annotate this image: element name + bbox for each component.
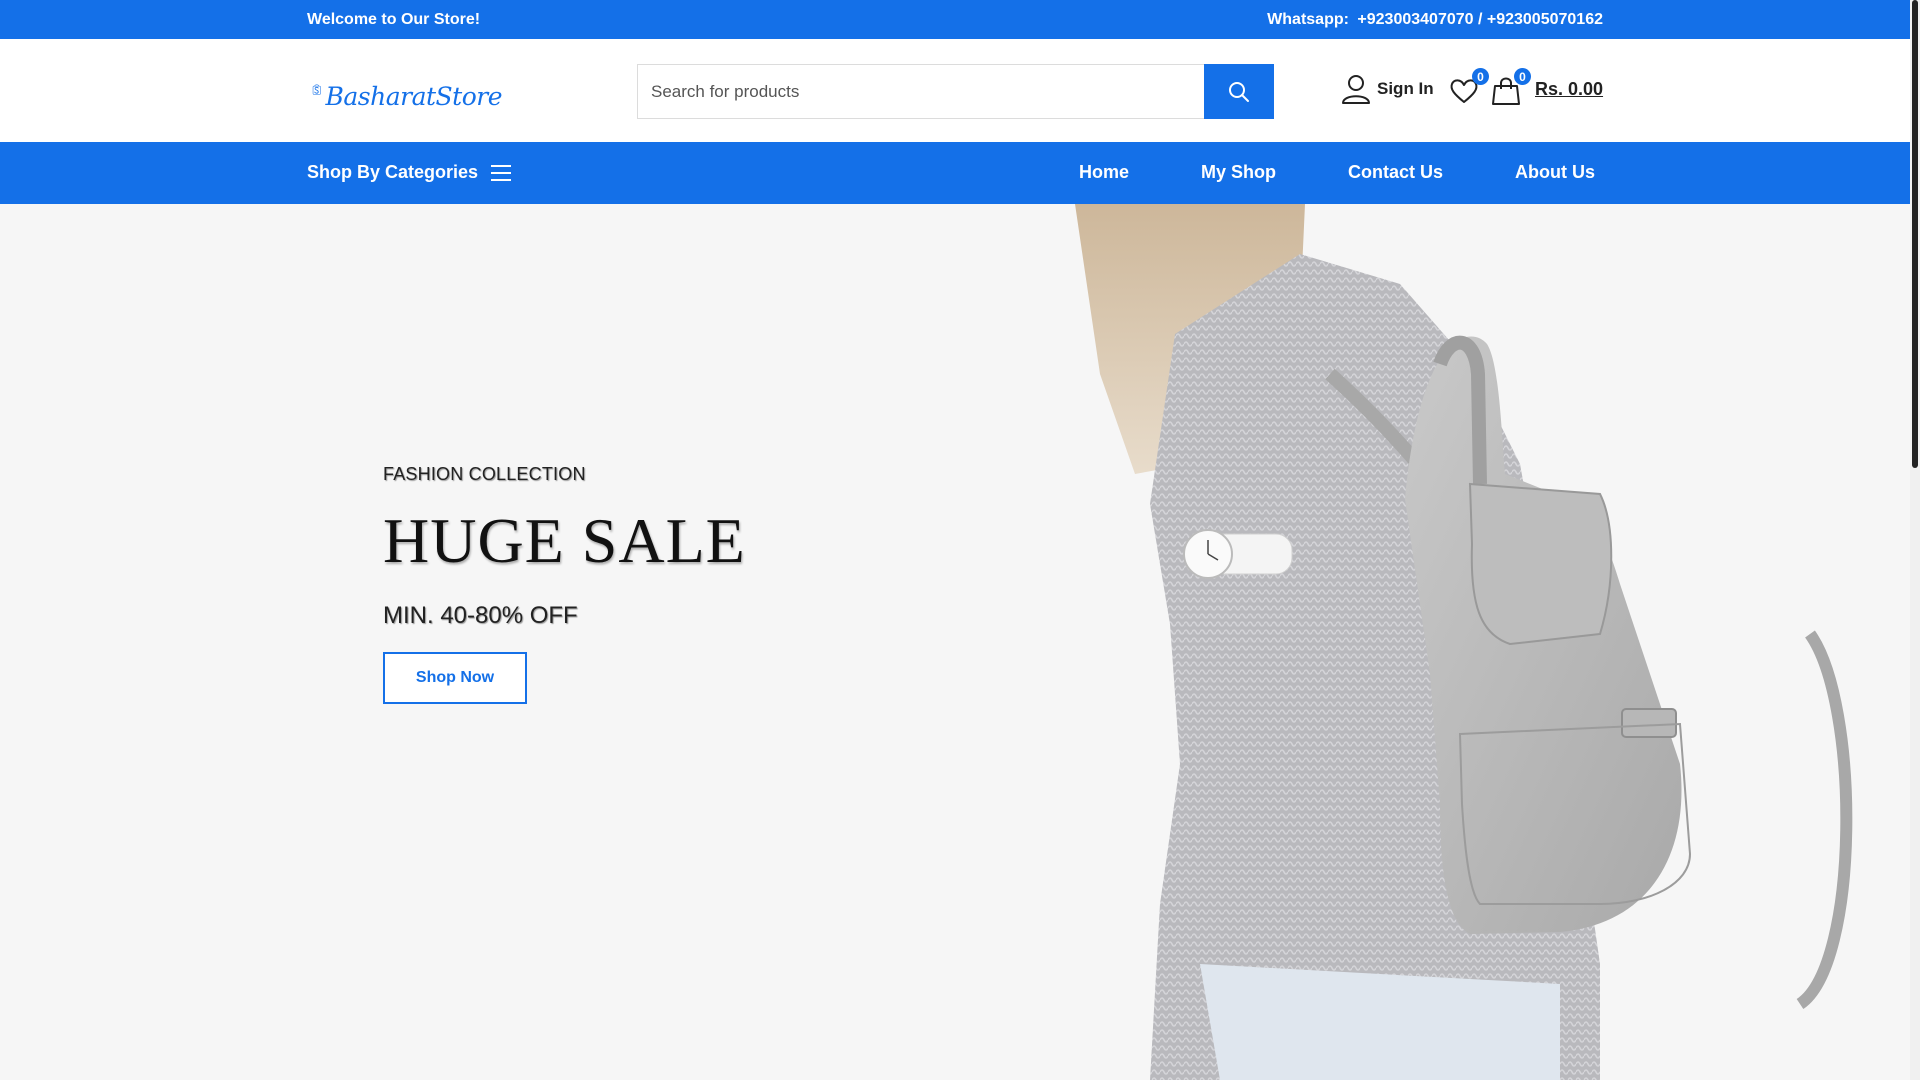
logo-text: BasharatStore xyxy=(325,81,503,111)
page-scrollbar[interactable] xyxy=(1910,0,1920,1080)
whatsapp-label: Whatsapp: xyxy=(1267,11,1349,28)
hero-title: HUGE SALE xyxy=(383,505,746,576)
hero-model-image xyxy=(1075,204,1853,1080)
whatsapp-contact: Whatsapp: +923003407070 / +923005070162 xyxy=(1263,11,1603,29)
top-bar: Welcome to Our Store! Whatsapp: +9230034… xyxy=(0,0,1910,39)
nav-link-about-us[interactable]: About Us xyxy=(1515,162,1595,183)
hero-subtitle: FASHION COLLECTION xyxy=(383,464,586,484)
categories-label: Shop By Categories xyxy=(307,162,479,182)
sign-in-link[interactable]: Sign In xyxy=(1340,73,1434,105)
shop-now-button[interactable]: Shop Now xyxy=(383,652,527,704)
main-nav: Shop By Categories Home My Shop Contact … xyxy=(0,142,1910,204)
menu-icon xyxy=(491,164,512,181)
shop-by-categories-button[interactable]: Shop By Categories xyxy=(307,162,512,183)
search-bar xyxy=(637,64,1274,119)
page: Welcome to Our Store! Whatsapp: +9230034… xyxy=(0,0,1920,1080)
nav-link-my-shop[interactable]: My Shop xyxy=(1201,162,1276,183)
search-input[interactable] xyxy=(638,65,1203,118)
welcome-text: Welcome to Our Store! xyxy=(307,11,481,28)
cart-count-badge: 0 xyxy=(1514,68,1531,85)
site-header: BasharatStore Sign In 0 xyxy=(0,39,1910,142)
wishlist-count-badge: 0 xyxy=(1472,68,1489,85)
nav-link-contact-us[interactable]: Contact Us xyxy=(1348,162,1443,183)
shopping-bag-logo-icon xyxy=(312,84,321,95)
nav-links: Home My Shop Contact Us About Us xyxy=(1079,162,1595,183)
scrollbar-thumb[interactable] xyxy=(1912,0,1918,468)
search-button[interactable] xyxy=(1204,64,1274,119)
cart-button[interactable]: 0 xyxy=(1490,68,1531,107)
whatsapp-phones[interactable]: +923003407070 / +923005070162 xyxy=(1357,11,1603,28)
wishlist-button[interactable]: 0 xyxy=(1448,68,1489,107)
sign-in-label: Sign In xyxy=(1377,79,1434,98)
user-icon xyxy=(1342,75,1370,104)
store-logo[interactable]: BasharatStore xyxy=(312,59,503,119)
search-icon xyxy=(1229,81,1249,102)
hero-banner: FASHION COLLECTION HUGE SALE MIN. 40-80%… xyxy=(0,204,1910,1080)
hero-offer: MIN. 40-80% OFF xyxy=(383,602,578,629)
nav-link-home[interactable]: Home xyxy=(1079,162,1129,183)
cart-total[interactable]: Rs. 0.00 xyxy=(1535,79,1603,100)
